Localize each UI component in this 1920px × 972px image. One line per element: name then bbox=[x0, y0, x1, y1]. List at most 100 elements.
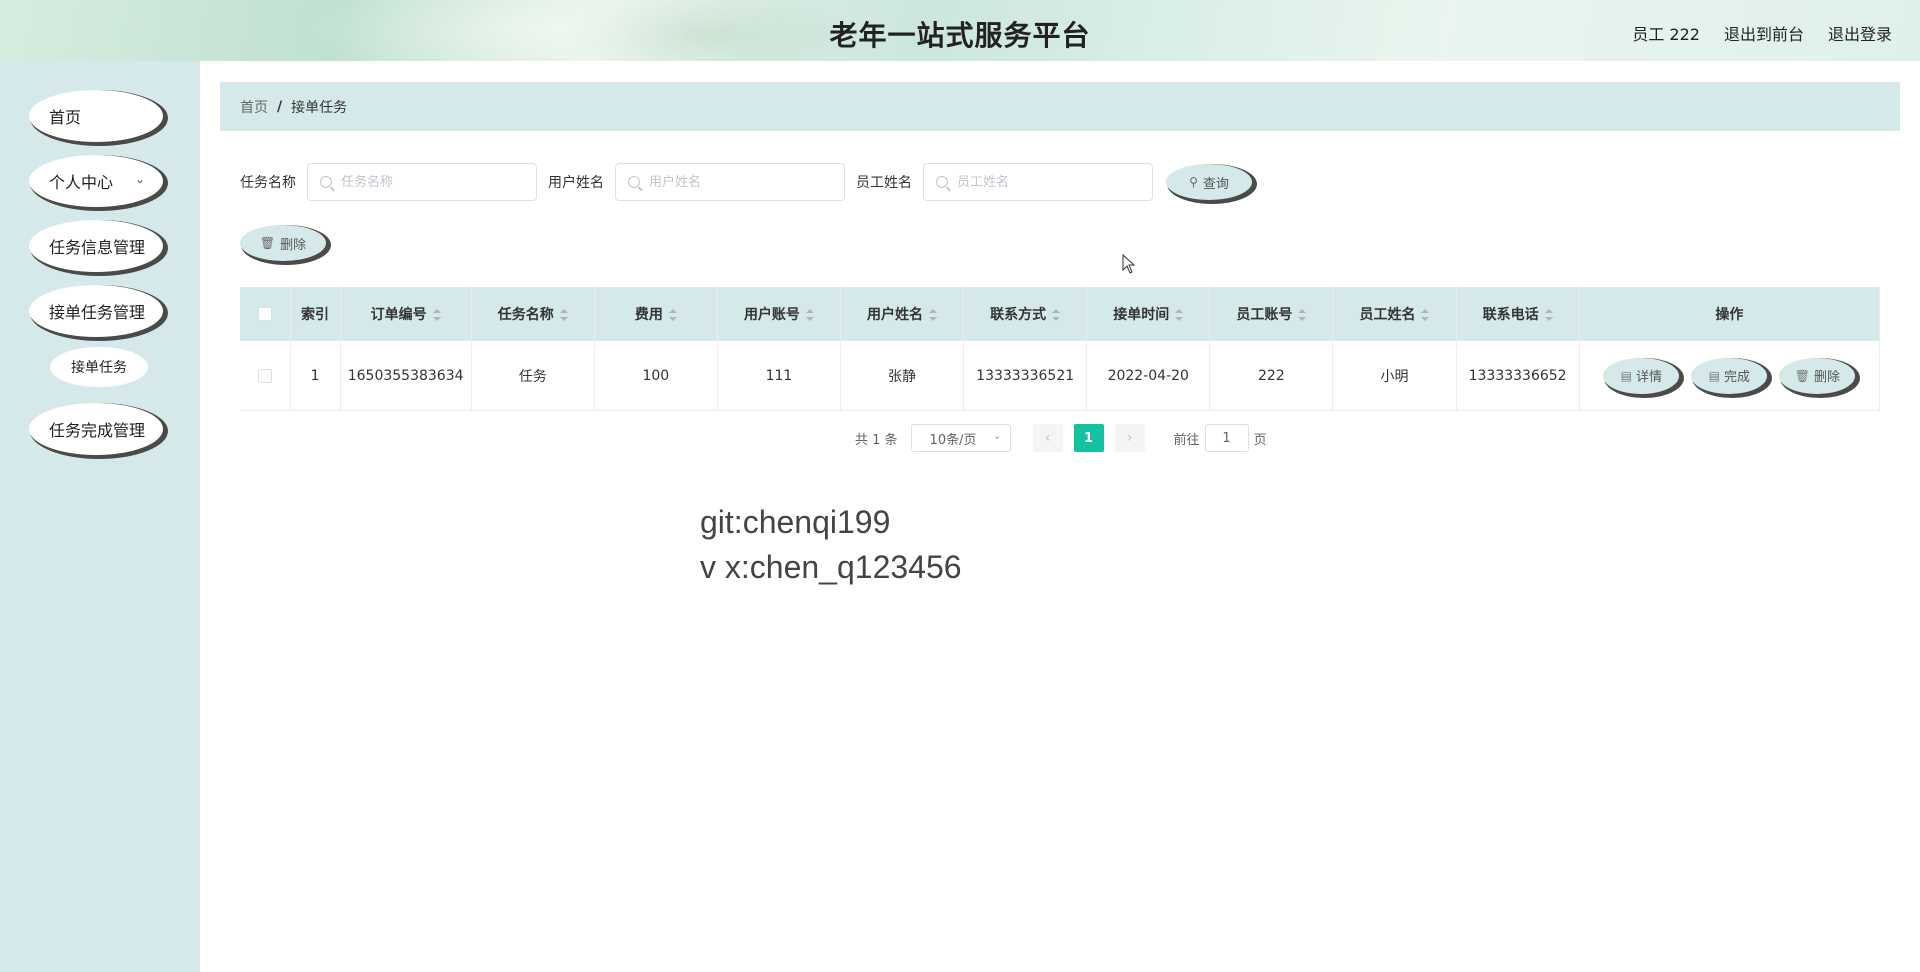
sort-icon[interactable] bbox=[1544, 309, 1553, 321]
sidebar-item-accept-task[interactable]: 接单任务管理 bbox=[29, 285, 163, 337]
watermark-text: git:chenqi199 v x:chen_q123456 bbox=[700, 500, 962, 590]
cell-fee: 100 bbox=[594, 341, 718, 411]
column-header-label: 员工账号 bbox=[1236, 307, 1293, 323]
sidebar-subitem-label: 接单任务 bbox=[71, 360, 127, 376]
row-actions: ▤ 详情 ▤ 完成 🗑 删除 bbox=[1580, 357, 1879, 394]
document-icon: ▤ bbox=[1620, 368, 1632, 383]
column-header[interactable]: 订单编号 bbox=[340, 287, 472, 341]
staff-name-input[interactable] bbox=[955, 173, 1139, 191]
breadcrumb: 首页 / 接单任务 bbox=[220, 82, 1900, 131]
task-name-label: 任务名称 bbox=[240, 175, 296, 191]
select-all-checkbox[interactable] bbox=[257, 307, 272, 321]
column-header[interactable]: 任务名称 bbox=[471, 287, 595, 341]
sort-icon[interactable] bbox=[559, 309, 568, 321]
row-select-cell bbox=[240, 341, 291, 411]
column-header[interactable]: 用户账号 bbox=[717, 287, 842, 341]
column-header[interactable]: 联系方式 bbox=[963, 287, 1088, 341]
watermark-line-1: git:chenqi199 bbox=[700, 504, 891, 540]
chevron-down-icon: ⌄ bbox=[993, 431, 1002, 442]
pagination: 共 1 条 10条/页 ⌄ ‹ 1 › 前往 页 bbox=[855, 424, 1267, 452]
page-size-select[interactable]: 10条/页 ⌄ bbox=[910, 424, 1011, 452]
trash-icon: 🗑 bbox=[259, 236, 276, 250]
query-button[interactable]: ⚲ 查询 bbox=[1166, 164, 1252, 200]
column-header: 操作 bbox=[1579, 287, 1881, 341]
sort-icon[interactable] bbox=[668, 309, 677, 321]
trash-icon: 🗑 bbox=[1794, 368, 1810, 383]
sort-icon[interactable] bbox=[1421, 309, 1430, 321]
complete-button[interactable]: ▤ 完成 bbox=[1691, 357, 1768, 394]
cell-contact: 13333336521 bbox=[963, 341, 1088, 411]
column-header[interactable]: 员工账号 bbox=[1209, 287, 1334, 341]
table-row: 1 1650355383634 任务 100 111 张静 1333333652… bbox=[240, 341, 1881, 411]
column-header-label: 联系电话 bbox=[1482, 307, 1539, 323]
complete-button-label: 完成 bbox=[1723, 370, 1750, 385]
sidebar-item-label: 接单任务管理 bbox=[49, 303, 146, 322]
cell-order-no: 1650355383634 bbox=[340, 341, 472, 411]
user-name-label: 用户姓名 bbox=[548, 175, 604, 191]
sidebar-item-personal-center[interactable]: 个人中心 ⌄ bbox=[29, 155, 163, 207]
sidebar-item-task-complete[interactable]: 任务完成管理 bbox=[29, 403, 163, 455]
sidebar-item-label: 个人中心 bbox=[49, 173, 114, 192]
sidebar-subitem-accept-task[interactable]: 接单任务 bbox=[50, 347, 148, 387]
task-name-input[interactable] bbox=[339, 173, 523, 191]
back-to-front-link[interactable]: 退出到前台 bbox=[1724, 21, 1804, 45]
cell-user-account: 111 bbox=[717, 341, 842, 411]
cell-accept-time: 2022-04-20 bbox=[1086, 341, 1211, 411]
staff-name-field[interactable] bbox=[923, 163, 1153, 201]
prev-page-button[interactable]: ‹ bbox=[1032, 424, 1063, 452]
user-name-input[interactable] bbox=[647, 173, 831, 191]
cell-staff-account: 222 bbox=[1209, 341, 1334, 411]
cell-operations: ▤ 详情 ▤ 完成 🗑 删除 bbox=[1579, 341, 1881, 411]
column-header-label: 员工姓名 bbox=[1359, 307, 1416, 323]
detail-button-label: 详情 bbox=[1635, 370, 1662, 385]
column-header-label: 用户姓名 bbox=[867, 307, 924, 323]
next-page-button[interactable]: › bbox=[1114, 424, 1145, 452]
pagination-total: 共 1 条 bbox=[855, 432, 898, 448]
sidebar-item-label: 任务完成管理 bbox=[49, 421, 146, 440]
select-all-cell bbox=[240, 287, 291, 341]
column-header-label: 费用 bbox=[634, 307, 663, 323]
column-header[interactable]: 接单时间 bbox=[1086, 287, 1211, 341]
column-header[interactable]: 费用 bbox=[594, 287, 718, 341]
column-header: 索引 bbox=[290, 287, 341, 341]
logout-link[interactable]: 退出登录 bbox=[1828, 21, 1892, 45]
cell-staff-name: 小明 bbox=[1332, 341, 1457, 411]
page-number-current[interactable]: 1 bbox=[1073, 424, 1104, 452]
column-header[interactable]: 用户姓名 bbox=[840, 287, 965, 341]
column-header[interactable]: 联系电话 bbox=[1456, 287, 1580, 341]
chevron-left-icon: ‹ bbox=[1044, 430, 1051, 446]
search-icon bbox=[936, 176, 948, 188]
search-icon bbox=[320, 176, 332, 188]
sort-icon[interactable] bbox=[929, 309, 938, 321]
breadcrumb-separator: / bbox=[277, 98, 283, 115]
sidebar-item-label: 首页 bbox=[49, 108, 82, 127]
search-icon bbox=[628, 176, 640, 188]
sort-icon[interactable] bbox=[1298, 309, 1307, 321]
delete-row-button[interactable]: 🗑 删除 bbox=[1779, 357, 1856, 394]
row-checkbox[interactable] bbox=[257, 368, 272, 383]
sort-icon[interactable] bbox=[432, 309, 441, 321]
user-name-field[interactable] bbox=[615, 163, 845, 201]
column-header-label: 接单时间 bbox=[1113, 307, 1170, 323]
sidebar-item-home[interactable]: 首页 bbox=[29, 90, 163, 142]
current-user: 员工 222 bbox=[1632, 25, 1700, 44]
column-header-label: 用户账号 bbox=[743, 307, 800, 323]
jump-label: 前往 bbox=[1173, 432, 1200, 448]
search-form: 任务名称 用户姓名 员工姓名 ⚲ 查询 bbox=[240, 162, 1252, 202]
jump-page-input[interactable] bbox=[1204, 424, 1249, 452]
sidebar-item-label: 任务信息管理 bbox=[49, 238, 146, 257]
sort-icon[interactable] bbox=[1052, 309, 1061, 321]
sort-icon[interactable] bbox=[1175, 309, 1184, 321]
cell-task-name: 任务 bbox=[471, 341, 595, 411]
column-header[interactable]: 员工姓名 bbox=[1332, 287, 1457, 341]
watermark-line-2: v x:chen_q123456 bbox=[700, 549, 962, 585]
chevron-right-icon: › bbox=[1126, 430, 1133, 446]
detail-button[interactable]: ▤ 详情 bbox=[1603, 357, 1680, 394]
sidebar-item-task-info[interactable]: 任务信息管理 bbox=[29, 220, 163, 272]
document-icon: ▤ bbox=[1708, 368, 1720, 383]
task-name-field[interactable] bbox=[307, 163, 537, 201]
sort-icon[interactable] bbox=[805, 309, 814, 321]
column-header-label: 联系方式 bbox=[990, 307, 1047, 323]
batch-delete-button[interactable]: 🗑 删除 bbox=[240, 225, 326, 261]
breadcrumb-home[interactable]: 首页 bbox=[240, 97, 268, 117]
